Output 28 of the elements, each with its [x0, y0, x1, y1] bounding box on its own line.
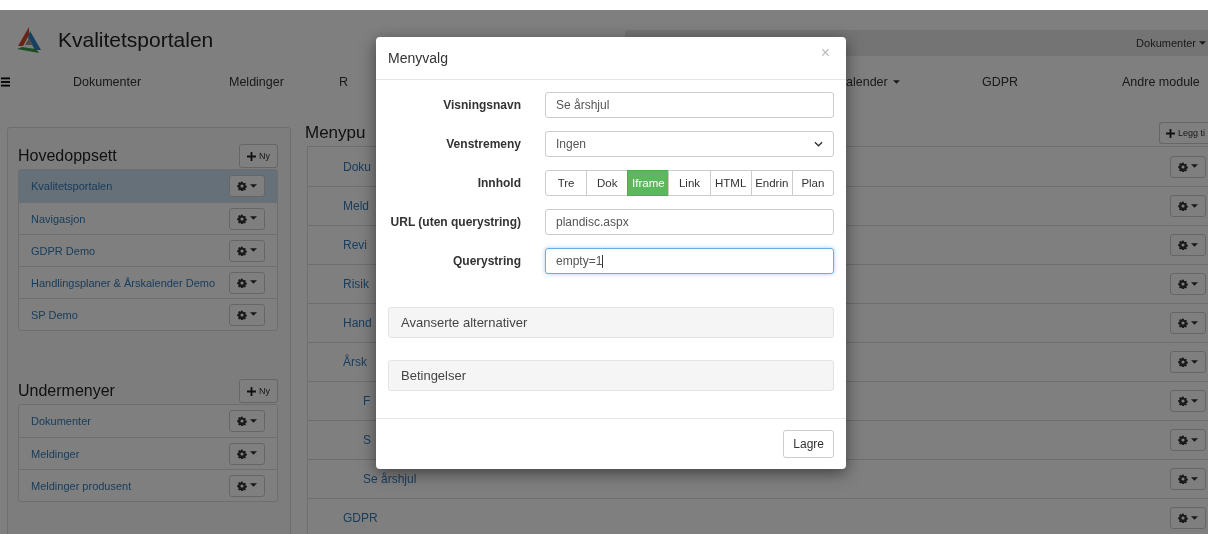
item-label: Handlingsplaner & Årskalender Demo — [31, 276, 216, 289]
app-title: Kvalitetsportalen — [58, 28, 214, 52]
dialog-title: Menyvalg — [388, 50, 448, 66]
field-label: URL (uten querystring) — [389, 215, 521, 229]
item-label: Risik — [343, 277, 369, 291]
field-label: Querystring — [452, 254, 521, 268]
item-label: GDPR — [343, 511, 378, 525]
item-label: Navigasjon — [31, 212, 86, 225]
item-label: Meld — [343, 199, 369, 213]
section-title: Hovedoppsett — [18, 147, 117, 165]
item-label: S — [363, 433, 371, 447]
item-label: GDPR Demo — [31, 244, 96, 257]
item-label: Dokumenter — [31, 415, 91, 427]
field-label: Innhold — [476, 176, 521, 190]
section-title: Menypu — [305, 123, 366, 143]
item-label: F — [363, 394, 371, 408]
field-label: Venstremeny — [445, 137, 521, 151]
item-label: Meldinger — [31, 447, 80, 460]
section-title: Undermenyer — [18, 382, 115, 400]
item-label: Hand — [343, 316, 372, 330]
item-label: Årsk — [343, 355, 367, 369]
item-label: Doku — [343, 159, 371, 174]
item-label: Revi — [343, 238, 367, 252]
item-label: SP Demo — [31, 308, 78, 321]
item-label: Kvalitetsportalen — [31, 180, 113, 192]
field-label: Visningsnavn — [442, 98, 521, 112]
item-label: Se årshjul — [363, 472, 417, 486]
item-label: Meldinger produsent — [31, 479, 132, 492]
